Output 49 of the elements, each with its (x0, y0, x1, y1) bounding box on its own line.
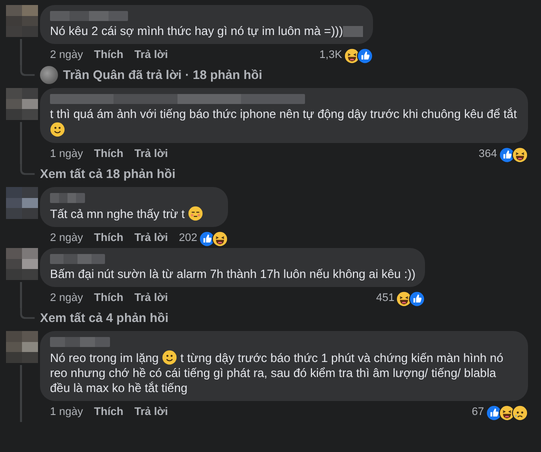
view-replies-link[interactable]: Xem tất cả 4 phản hồi (40, 308, 169, 328)
comment-text: t thì quá ám ảnh với tiếng báo thức iphone nên tự động dậy trước khi chuông kêu để tắt (50, 107, 518, 138)
reaction-count[interactable]: 364 (478, 146, 497, 163)
reply-link[interactable]: Trả lời (134, 290, 168, 307)
avatar[interactable] (6, 187, 38, 219)
reaction-count[interactable]: 202 (178, 230, 198, 247)
like-icon (357, 48, 374, 64)
small-avatar[interactable] (40, 66, 58, 84)
view-replies-link[interactable]: Xem tất cả 18 phản hồi (40, 164, 176, 184)
like-link[interactable]: Thích (94, 230, 124, 247)
like-link[interactable]: Thích (94, 290, 124, 307)
redacted-name (50, 193, 85, 203)
redacted-name (50, 254, 105, 264)
blushing-face-icon (188, 206, 204, 221)
thread-connector (20, 164, 35, 175)
thread-connector (20, 65, 35, 76)
timestamp[interactable]: 1 ngày (50, 146, 84, 163)
comment-text: Bấm đại nút sườn là từ alarm 7h thành 17h luôn nếu không ai kêu :)) (50, 267, 416, 282)
smiley-icon (162, 350, 178, 365)
avatar[interactable] (6, 5, 38, 37)
redacted-text (343, 26, 364, 38)
avatar[interactable] (6, 331, 38, 363)
like-link[interactable]: Thích (94, 47, 124, 64)
reply-summary-link[interactable]: Trần Quân đã trả lời · 18 phản hồi (63, 66, 262, 84)
reply-link[interactable]: Trả lời (134, 230, 168, 247)
like-link[interactable]: Thích (94, 404, 124, 421)
reply-link[interactable]: Trả lời (134, 404, 168, 421)
timestamp[interactable]: 2 ngày (50, 290, 84, 307)
avatar[interactable] (6, 88, 38, 120)
timestamp[interactable]: 2 ngày (50, 47, 84, 64)
comment-text: Nó reo trong im lặng t từng dậy trước báo thức 1 phút và chứng kiến màn hình nó reo nhưng chớ hề có cái tiếng gì phát ra, sau đó kiểm tra thì âm lượng/ tiếng/ blabla đều là max ko hề tắt tiếng (50, 350, 504, 396)
reply-link[interactable]: Trả lời (134, 47, 168, 64)
comment-text: Tất cả mn nghe thấy trừ t (50, 206, 218, 222)
timestamp[interactable]: 1 ngày (50, 404, 84, 421)
thread-connector (20, 308, 35, 319)
sad-face-icon (512, 404, 528, 420)
like-link[interactable]: Thích (94, 146, 124, 163)
timestamp[interactable]: 2 ngày (50, 230, 84, 247)
reply-link[interactable]: Trả lời (134, 146, 168, 163)
reaction-count[interactable]: 1,3K (319, 47, 342, 64)
laughing-face-icon (212, 230, 228, 246)
like-icon (409, 290, 426, 306)
avatar[interactable] (6, 248, 38, 280)
smiley-icon (50, 122, 65, 137)
comment-text: Nó kêu 2 cái sợ mình thức hay gì nó tự im luôn mà =))) (50, 24, 364, 39)
redacted-name (50, 337, 110, 347)
reaction-count[interactable]: 67 (472, 404, 484, 421)
reaction-count[interactable]: 451 (376, 290, 394, 307)
laughing-face-icon (512, 146, 528, 162)
